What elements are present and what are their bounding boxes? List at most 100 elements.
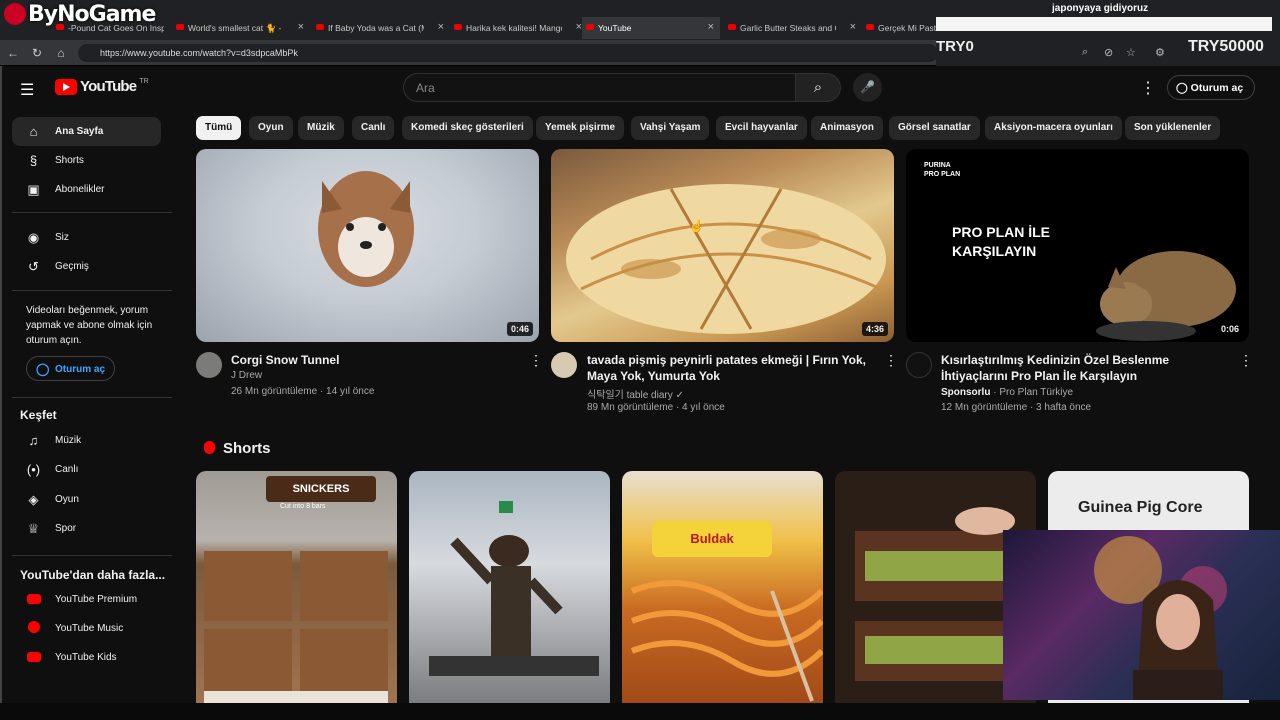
channel-avatar[interactable]	[196, 352, 222, 378]
video-thumbnail[interactable]: 0:46	[196, 149, 539, 342]
youtube-kids-icon	[12, 650, 55, 665]
sidebar-signin-button[interactable]: ◯ Oturum aç	[26, 356, 115, 381]
zoom-icon[interactable]: ⌕	[1082, 46, 1088, 59]
channel-avatar[interactable]	[551, 352, 577, 378]
sidebar-item-music-app[interactable]: YouTube Music	[12, 614, 161, 643]
browser-tab[interactable]: YouTube ×	[582, 17, 720, 39]
youtube-favicon-icon	[454, 24, 462, 30]
sidebar-item-gaming[interactable]: ◈ Oyun	[12, 485, 161, 514]
signin-prompt-text: Videoları beğenmek, yorum yapmak ve abon…	[26, 305, 153, 346]
chip-6[interactable]: Vahşi Yaşam	[631, 116, 710, 140]
sidebar-item-label: Siz	[55, 232, 69, 243]
channel-name[interactable]: · Pro Plan Türkiye	[990, 387, 1073, 398]
short-caption: Cut into 8 bars	[280, 503, 326, 510]
mouse-cursor: ☝	[689, 219, 704, 233]
channel-name[interactable]: 식탁일기 table diary ✓	[587, 386, 684, 401]
video-menu-icon[interactable]: ⋮	[1239, 352, 1253, 369]
url-field[interactable]: https://www.youtube.com/watch?v=d3sdpcaM…	[78, 44, 938, 62]
sidebar-divider	[12, 555, 172, 556]
chip-10[interactable]: Aksiyon-macera oyunları	[985, 116, 1122, 140]
search-input[interactable]: Ara	[403, 73, 796, 102]
reload-icon[interactable]: ↻	[28, 44, 46, 62]
sidebar-item-subscriptions[interactable]: ▣ Abonelikler	[12, 175, 161, 204]
search-button[interactable]: ⌕	[795, 73, 841, 102]
sidebar-item-shorts[interactable]: § Shorts	[12, 146, 161, 175]
video-duration: 4:36	[861, 322, 888, 336]
chip-2[interactable]: Müzik	[298, 116, 344, 140]
video-title[interactable]: Kısırlaştırılmış Kedinizin Özel Beslenme…	[941, 352, 1231, 384]
user-icon: ◉	[27, 229, 40, 245]
browser-tab[interactable]: Garlic Butter Steaks and Ca ×	[724, 17, 862, 39]
video-meta: 89 Mn görüntüleme · 4 yıl önce	[587, 402, 725, 413]
sidebar-item-label: Shorts	[55, 155, 84, 166]
chip-9[interactable]: Görsel sanatlar	[889, 116, 980, 140]
chip-1[interactable]: Oyun	[249, 116, 293, 140]
youtube-favicon-icon	[728, 24, 736, 30]
short-card[interactable]	[409, 471, 610, 703]
sidebar-item-you[interactable]: ◉ Siz	[12, 223, 161, 252]
short-card[interactable]: SNICKERS Cut into 8 bars	[196, 471, 397, 703]
close-tab-icon[interactable]: ×	[298, 21, 304, 33]
sidebar-divider	[12, 397, 172, 398]
settings-menu-icon[interactable]: ⋮	[1140, 78, 1156, 98]
channel-avatar[interactable]	[906, 352, 932, 378]
pirate-figure-art	[429, 501, 599, 676]
sidebar-item-sports[interactable]: ♕ Spor	[12, 514, 161, 543]
browser-tab[interactable]: Harika kek kalitesi! Mango ×	[450, 17, 588, 39]
sidebar-item-label: YouTube Music	[55, 623, 124, 634]
video-thumbnail[interactable]: PURINA PRO PLAN PRO PLAN İLE KARŞILAYIN …	[906, 149, 1249, 342]
home-icon[interactable]: ⌂	[52, 44, 70, 62]
sidebar-item-label: Oyun	[55, 494, 79, 505]
close-tab-icon[interactable]: ×	[850, 21, 856, 33]
youtube-logo[interactable]: YouTube TR	[55, 78, 149, 95]
extensions-icon[interactable]: ⚙	[1155, 46, 1165, 59]
chip-5[interactable]: Yemek pişirme	[536, 116, 625, 140]
stream-goal-start: TRY0	[936, 38, 974, 55]
browser-tab[interactable]: World's smallest cat 🐈 - BB ×	[172, 17, 310, 39]
channel-line: Sponsorlu · Pro Plan Türkiye	[941, 387, 1073, 398]
channel-name[interactable]: J Drew	[231, 370, 262, 381]
chip-11[interactable]: Son yüklenenler	[1125, 116, 1221, 140]
home-icon: ⌂	[29, 124, 38, 139]
youtube-favicon-icon	[586, 24, 594, 30]
tracking-icon[interactable]: ⊘	[1104, 46, 1113, 59]
voice-search-button[interactable]: 🎤	[853, 73, 882, 102]
sidebar-item-label: Canlı	[55, 464, 79, 475]
sidebar-item-history[interactable]: ↺ Geçmiş	[12, 252, 161, 281]
more-from-youtube-heading: YouTube'dan daha fazla...	[20, 568, 166, 582]
video-duration: 0:06	[1216, 322, 1243, 336]
webcam-art	[1094, 536, 1227, 700]
short-card[interactable]: Buldak	[622, 471, 823, 703]
browser-tab[interactable]: If Baby Yoda was a Cat (Ma ×	[312, 17, 450, 39]
bread-thumbnail-art	[566, 184, 886, 334]
close-tab-icon[interactable]: ×	[708, 21, 714, 33]
chip-7[interactable]: Evcil hayvanlar	[716, 116, 807, 140]
ad-headline: PRO PLAN İLE KARŞILAYIN	[952, 224, 1051, 259]
sidebar-item-kids[interactable]: YouTube Kids	[12, 643, 161, 672]
signin-button[interactable]: ◯ Oturum aç	[1167, 75, 1255, 100]
sidebar-item-label: YouTube Kids	[55, 652, 117, 663]
chip-3[interactable]: Canlı	[352, 116, 395, 140]
sidebar-item-premium[interactable]: YouTube Premium	[12, 585, 161, 614]
subscriptions-icon: ▣	[27, 181, 40, 197]
bookmark-star-icon[interactable]: ☆	[1126, 46, 1136, 59]
signin-label: Oturum aç	[55, 364, 106, 375]
video-title[interactable]: tavada pişmiş peynirli patates ekmeği | …	[587, 352, 877, 384]
region-code: TR	[139, 78, 149, 85]
sidebar-item-home[interactable]: ⌂ Ana Sayfa	[12, 117, 161, 146]
search-icon: ⌕	[813, 79, 823, 96]
video-menu-icon[interactable]: ⋮	[884, 352, 898, 369]
chip-4[interactable]: Komedi skeç gösterileri	[402, 116, 533, 140]
sidebar-divider	[12, 290, 172, 291]
video-thumbnail[interactable]: 4:36	[551, 149, 894, 342]
close-tab-icon[interactable]: ×	[438, 21, 444, 33]
music-icon: ♫	[28, 433, 39, 448]
chip-8[interactable]: Animasyon	[811, 116, 883, 140]
video-menu-icon[interactable]: ⋮	[529, 352, 543, 369]
video-title[interactable]: Corgi Snow Tunnel	[231, 352, 521, 368]
chip-0[interactable]: Tümü	[196, 116, 242, 140]
back-icon[interactable]: ←	[4, 44, 22, 62]
hamburger-menu-icon[interactable]: ☰	[20, 80, 34, 100]
sidebar-item-live[interactable]: (•) Canlı	[12, 455, 161, 484]
sidebar-item-music[interactable]: ♫ Müzik	[12, 426, 161, 455]
